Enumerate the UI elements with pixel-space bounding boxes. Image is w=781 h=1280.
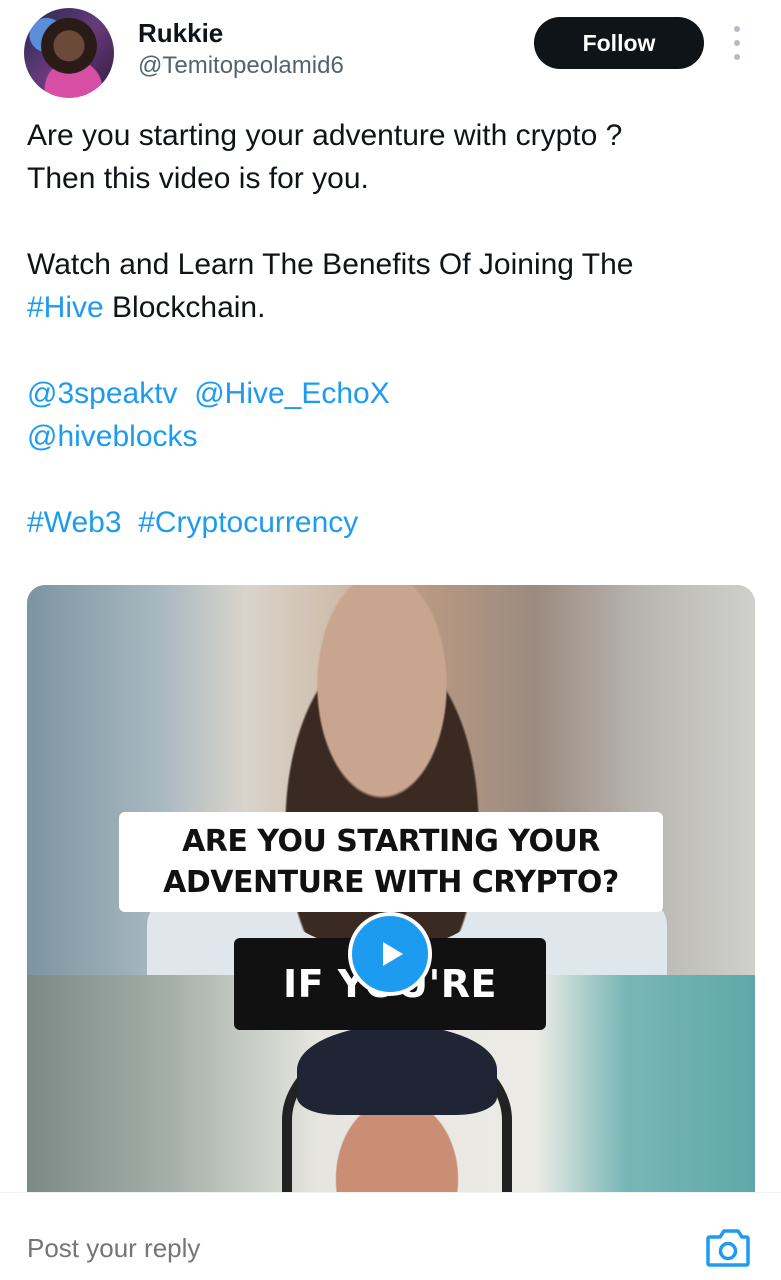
hashtag-hive-link[interactable]: #Hive <box>27 291 104 324</box>
mentions-line: @3speaktv @Hive_EchoX <box>27 372 757 415</box>
mention-hiveblocks-link[interactable]: @hiveblocks <box>27 420 198 453</box>
play-icon[interactable] <box>348 912 432 996</box>
tweet-line: Watch and Learn The Benefits Of Joining … <box>27 248 634 281</box>
more-vertical-icon[interactable] <box>726 26 748 60</box>
hashtag-web3-link[interactable]: #Web3 <box>27 506 122 539</box>
camera-icon[interactable] <box>704 1225 752 1269</box>
mention-hive-echox-link[interactable]: @Hive_EchoX <box>194 377 390 410</box>
avatar[interactable] <box>24 8 114 98</box>
author-handle[interactable]: @Temitopeolamid6 <box>138 52 344 80</box>
reply-bar <box>0 1192 781 1280</box>
hashtag-cryptocurrency-link[interactable]: #Cryptocurrency <box>138 506 358 539</box>
hashtags-line: #Web3 #Cryptocurrency <box>27 501 757 544</box>
tweet-line: Are you starting your adventure with cry… <box>27 119 623 152</box>
reply-input[interactable] <box>27 1233 362 1264</box>
tweet-header: Rukkie @Temitopeolamid6 Follow <box>0 0 781 100</box>
follow-button[interactable]: Follow <box>534 17 704 69</box>
video-caption-line: ARE YOU STARTING YOUR <box>182 824 600 859</box>
tweet-text: Are you starting your adventure with cry… <box>27 114 757 544</box>
tweet-line: Then this video is for you. <box>27 162 369 195</box>
video-player[interactable]: ARE YOU STARTING YOUR ADVENTURE WITH CRY… <box>27 585 755 1200</box>
mentions-line: @hiveblocks <box>27 415 757 458</box>
tweet-line: #Hive Blockchain. <box>27 286 757 329</box>
video-caption: ARE YOU STARTING YOUR ADVENTURE WITH CRY… <box>119 812 663 912</box>
author-name[interactable]: Rukkie <box>138 18 223 49</box>
video-caption-line: ADVENTURE WITH CRYPTO? <box>163 865 619 900</box>
tweet-line-rest: Blockchain. <box>103 291 266 324</box>
mention-3speaktv-link[interactable]: @3speaktv <box>27 377 178 410</box>
